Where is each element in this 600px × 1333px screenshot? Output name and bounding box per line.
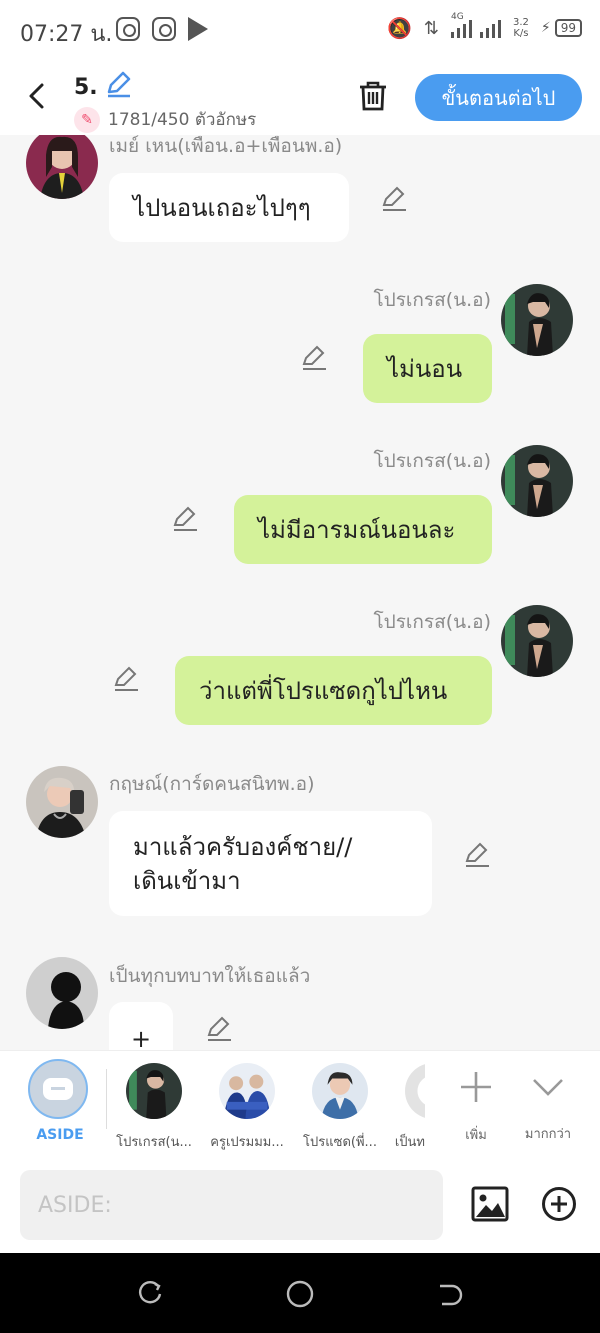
character-name: โปรแซด(พี่... (303, 1135, 377, 1150)
message-text: + (130, 1024, 152, 1051)
instagram-icon (116, 17, 140, 41)
avatar[interactable] (26, 135, 98, 199)
charging-icon: ⚡ (540, 20, 551, 36)
character-count: 1781/450 ตัวอักษร (108, 110, 257, 130)
chat-area[interactable]: เมย์ เหน(เพื่อน.อ+เพื่อนพ.อ) ไปนอนเถอะไป… (0, 135, 600, 1050)
back-nav-icon[interactable] (436, 1280, 464, 1308)
message-sender: เมย์ เหน(เพื่อน.อ+เพื่อนพ.อ) (109, 135, 343, 157)
message-text: ไม่มีอารมณ์นอนละ (258, 515, 456, 544)
edit-message-icon[interactable] (171, 505, 199, 533)
message-text: ไม่นอน (387, 354, 463, 383)
character-avatar (312, 1063, 368, 1119)
network-type: 4G (450, 12, 464, 22)
character-item[interactable]: เป็นท (383, 1063, 425, 1152)
system-nav-bar (0, 1253, 600, 1333)
character-selector: ASIDE โปรเกรส(น... ครูเปรมมม... โปรแซด(พ… (0, 1050, 600, 1158)
data-arrows-icon: ⇅ (423, 17, 439, 39)
back-icon[interactable] (24, 80, 52, 112)
instagram-icon (152, 17, 176, 41)
battery-icon: 99 (554, 19, 582, 37)
character-count-row: ✎ 1781/450 ตัวอักษร (74, 106, 256, 133)
avatar[interactable] (501, 605, 573, 677)
edit-message-icon[interactable] (463, 841, 491, 869)
avatar[interactable] (501, 284, 573, 356)
message-text: เดินเข้ามา (133, 866, 241, 895)
chevron-down-icon (518, 1065, 578, 1113)
avatar[interactable] (26, 766, 98, 838)
character-item[interactable]: โปรแซด(พี่... (290, 1063, 390, 1152)
message-bubble[interactable]: + (109, 1002, 173, 1050)
home-icon[interactable] (286, 1280, 314, 1308)
character-avatar (219, 1063, 275, 1119)
message-sender: กฤษณ์(การ์ดคนสนิทพ.อ) (109, 773, 315, 795)
message-sender: โปรเกรส(น.อ) (373, 289, 491, 311)
plus-icon (452, 1065, 500, 1114)
recent-apps-icon[interactable] (136, 1280, 164, 1308)
message-sender: โปรเกรส(น.อ) (373, 450, 491, 472)
page-title-row: 5. (74, 70, 132, 104)
character-name: โปรเกรส(น... (116, 1135, 192, 1150)
play-store-icon (188, 17, 208, 41)
signal-icon: 4G (450, 12, 501, 38)
edit-message-icon[interactable] (205, 1015, 233, 1043)
network-speed: 3.2 K/s (512, 17, 529, 39)
character-item[interactable]: ครูเปรมมม... (197, 1063, 297, 1152)
avatar[interactable] (501, 445, 573, 517)
page-title: 5. (74, 74, 98, 100)
next-step-button[interactable]: ขั้นตอนต่อไป (415, 74, 582, 121)
edit-message-icon[interactable] (112, 665, 140, 693)
edit-message-icon[interactable] (380, 185, 408, 213)
message-sender: โปรเกรส(น.อ) (373, 611, 491, 633)
add-character-button[interactable]: เพิ่ม (452, 1065, 500, 1145)
image-icon[interactable] (471, 1186, 509, 1222)
status-time: 07:27 น. (20, 22, 113, 47)
more-label: มากกว่า (524, 1127, 572, 1142)
bell-off-icon: 🔕 (386, 16, 412, 40)
notification-icons (116, 17, 208, 41)
avatar[interactable] (26, 957, 98, 1029)
composer-bar (0, 1158, 600, 1253)
message-bubble[interactable]: ว่าแต่พี่โปรแซดกูไปไหน (175, 656, 492, 725)
character-avatar (126, 1063, 182, 1119)
character-item[interactable]: โปรเกรส(น... (104, 1063, 204, 1152)
edit-message-icon[interactable] (300, 344, 328, 372)
aside-character[interactable]: ASIDE (28, 1059, 92, 1143)
message-bubble[interactable]: ไปนอนเถอะไปๆๆ (109, 173, 349, 242)
trash-icon[interactable] (358, 80, 388, 112)
edit-title-icon[interactable] (104, 70, 132, 104)
aside-icon (28, 1059, 88, 1119)
status-right-icons: 🔕 ⇅ 4G 3.2 K/s ⚡ 99 (386, 12, 582, 40)
message-text: ว่าแต่พี่โปรแซดกูไปไหน (199, 676, 448, 705)
message-bubble[interactable]: ไม่นอน (363, 334, 492, 403)
app-header: 5. ✎ 1781/450 ตัวอักษร ขั้นตอนต่อไป (0, 60, 600, 135)
message-sender: เป็นทุกบทบาทให้เธอแล้ว (109, 965, 311, 987)
message-bubble[interactable]: ไม่มีอารมณ์นอนละ (234, 495, 492, 564)
message-text: ไปนอนเถอะไปๆๆ (133, 193, 311, 222)
add-label: เพิ่ม (465, 1128, 487, 1143)
character-avatar (405, 1063, 425, 1119)
status-bar: 07:27 น. 🔕 ⇅ 4G 3.2 K/s ⚡ 99 (0, 0, 600, 60)
message-bubble[interactable]: มาแล้วครับองค์ชาย// เดินเข้ามา (109, 811, 432, 916)
pencil-badge-icon: ✎ (74, 106, 100, 133)
character-name: เป็นท (394, 1135, 425, 1150)
add-circle-icon[interactable] (541, 1186, 577, 1222)
more-characters-button[interactable]: มากกว่า (518, 1065, 578, 1144)
battery-indicator: ⚡ 99 (541, 19, 582, 37)
character-name: ครูเปรมมม... (210, 1135, 284, 1150)
message-input[interactable] (20, 1170, 443, 1240)
message-text: มาแล้วครับองค์ชาย// (133, 832, 353, 861)
aside-label: ASIDE (36, 1127, 84, 1143)
